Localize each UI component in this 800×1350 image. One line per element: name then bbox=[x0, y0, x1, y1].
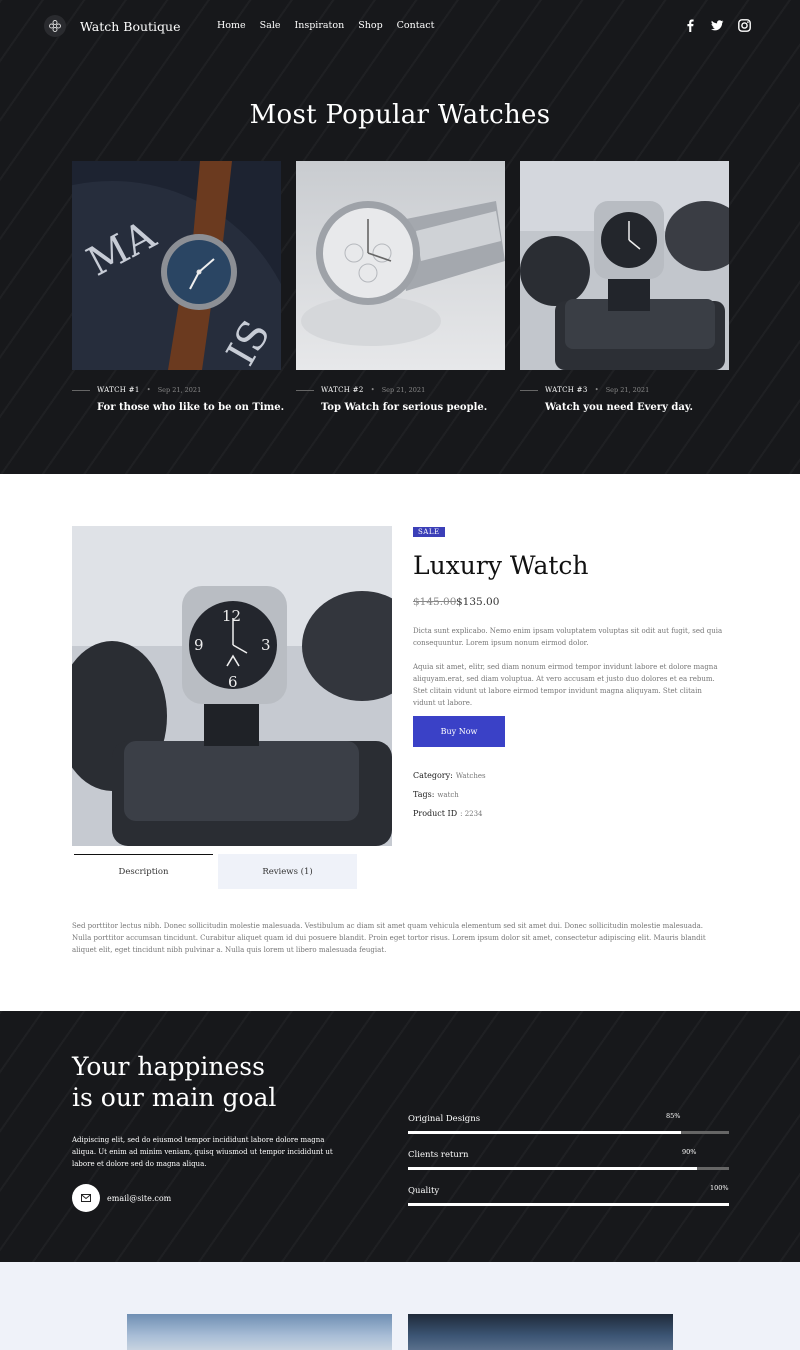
facebook-icon[interactable] bbox=[684, 19, 697, 32]
watch-card-date: Sep 21, 2021 bbox=[157, 386, 202, 394]
happiness-title-line1: Your happiness bbox=[72, 1052, 265, 1081]
category-link[interactable]: Watches bbox=[456, 772, 486, 780]
watch-card-number: WATCH #1 bbox=[97, 386, 140, 394]
watch-card-meta: WATCH #2 • Sep 21, 2021 bbox=[296, 385, 505, 395]
watch-card[interactable]: WATCH #2 • Sep 21, 2021 Top Watch for se… bbox=[296, 161, 505, 413]
tab-reviews[interactable]: Reviews (1) bbox=[218, 854, 357, 889]
watch-card-title[interactable]: Watch you need Every day. bbox=[545, 402, 693, 413]
tags-label: Tags: bbox=[413, 790, 435, 799]
watch-card[interactable]: WATCH #3 • Sep 21, 2021 Watch you need E… bbox=[520, 161, 729, 413]
svg-text:12: 12 bbox=[222, 607, 241, 625]
watch-card-number: WATCH #3 bbox=[545, 386, 588, 394]
logo[interactable]: Watch Boutique bbox=[44, 15, 181, 37]
tab-content: Sed porttitor lectus nibh. Donec sollici… bbox=[72, 922, 706, 954]
product-category: Category: Watches bbox=[413, 771, 486, 780]
hero-section: Watch Boutique Home Sale Inspiraton Shop… bbox=[0, 0, 800, 474]
watch-card-title[interactable]: For those who like to be on Time. bbox=[97, 402, 284, 413]
watch-card-image[interactable]: MA IS bbox=[72, 161, 281, 370]
happiness-title: Your happiness is our main goal bbox=[72, 1051, 276, 1113]
category-label: Category: bbox=[413, 771, 453, 780]
happiness-text: Adipiscing elit, sed do eiusmod tempor i… bbox=[72, 1136, 333, 1168]
tag-link[interactable]: watch bbox=[437, 791, 458, 799]
skill-fill bbox=[408, 1203, 729, 1206]
happiness-title-line2: is our main goal bbox=[72, 1083, 277, 1112]
tab-description[interactable]: Description bbox=[74, 854, 213, 889]
nav-item-shop[interactable]: Shop bbox=[358, 20, 382, 31]
skill-track bbox=[408, 1203, 729, 1206]
skill-fill bbox=[408, 1131, 681, 1134]
product-image[interactable]: 12 3 6 9 bbox=[72, 526, 392, 846]
svg-text:6: 6 bbox=[228, 673, 238, 691]
watch-card-meta: WATCH #3 • Sep 21, 2021 bbox=[520, 385, 729, 395]
product-id-label: Product ID bbox=[413, 809, 458, 818]
svg-text:9: 9 bbox=[194, 636, 204, 654]
watch-card-image[interactable] bbox=[296, 161, 505, 370]
nav-item-inspiration[interactable]: Inspiraton bbox=[294, 20, 344, 31]
logo-icon bbox=[44, 15, 66, 37]
product-tags: Tags: watch bbox=[413, 790, 459, 799]
gallery-image[interactable] bbox=[127, 1314, 392, 1350]
main-nav: Home Sale Inspiraton Shop Contact bbox=[217, 20, 434, 31]
watch-card-date: Sep 21, 2021 bbox=[381, 386, 426, 394]
skill-label: Quality bbox=[408, 1186, 440, 1196]
skill-percent: 100% bbox=[710, 1184, 729, 1192]
twitter-icon[interactable] bbox=[711, 19, 724, 32]
social-links bbox=[684, 19, 751, 32]
mail-icon[interactable] bbox=[72, 1184, 100, 1212]
product-description: Dicta sunt explicabo. Nemo enim ipsam vo… bbox=[413, 627, 723, 647]
skill-track bbox=[408, 1167, 729, 1170]
watch-card-title[interactable]: Top Watch for serious people. bbox=[321, 402, 487, 413]
nav-item-contact[interactable]: Contact bbox=[397, 20, 435, 31]
product-id: Product ID: 2234 bbox=[413, 809, 483, 818]
watch-card-image[interactable] bbox=[520, 161, 729, 370]
svg-text:3: 3 bbox=[261, 636, 271, 654]
logo-text: Watch Boutique bbox=[80, 18, 181, 34]
happiness-section: Your happiness is our main goal Adipisci… bbox=[0, 1011, 800, 1262]
skill-label: Original Designs bbox=[408, 1114, 481, 1124]
hero-title: Most Popular Watches bbox=[249, 100, 551, 130]
product-title: Luxury Watch bbox=[413, 551, 589, 580]
product-description: Aquia sit amet, elitr, sed diam nonum ei… bbox=[413, 663, 718, 707]
watch-card-date: Sep 21, 2021 bbox=[605, 386, 650, 394]
current-price: $135.00 bbox=[456, 596, 500, 608]
product-id-value: : 2234 bbox=[460, 810, 483, 818]
skill-fill bbox=[408, 1167, 697, 1170]
buy-now-button[interactable]: Buy Now bbox=[413, 716, 505, 747]
skill-track bbox=[408, 1131, 729, 1134]
skill-percent: 90% bbox=[682, 1148, 697, 1156]
watch-card[interactable]: MA IS WATCH #1 • Sep 21, 2021 For those … bbox=[72, 161, 284, 413]
gallery-section bbox=[0, 1262, 800, 1350]
instagram-icon[interactable] bbox=[738, 19, 751, 32]
old-price: $145.00 bbox=[413, 596, 457, 608]
watch-card-number: WATCH #2 bbox=[321, 386, 364, 394]
watch-card-meta: WATCH #1 • Sep 21, 2021 bbox=[72, 385, 281, 395]
gallery-image[interactable] bbox=[408, 1314, 673, 1350]
skill-percent: 85% bbox=[666, 1112, 681, 1120]
nav-item-sale[interactable]: Sale bbox=[260, 20, 281, 31]
email-link[interactable]: email@site.com bbox=[107, 1194, 171, 1203]
sale-badge: SALE bbox=[413, 527, 445, 537]
nav-item-home[interactable]: Home bbox=[217, 20, 246, 31]
skill-label: Clients return bbox=[408, 1150, 469, 1160]
